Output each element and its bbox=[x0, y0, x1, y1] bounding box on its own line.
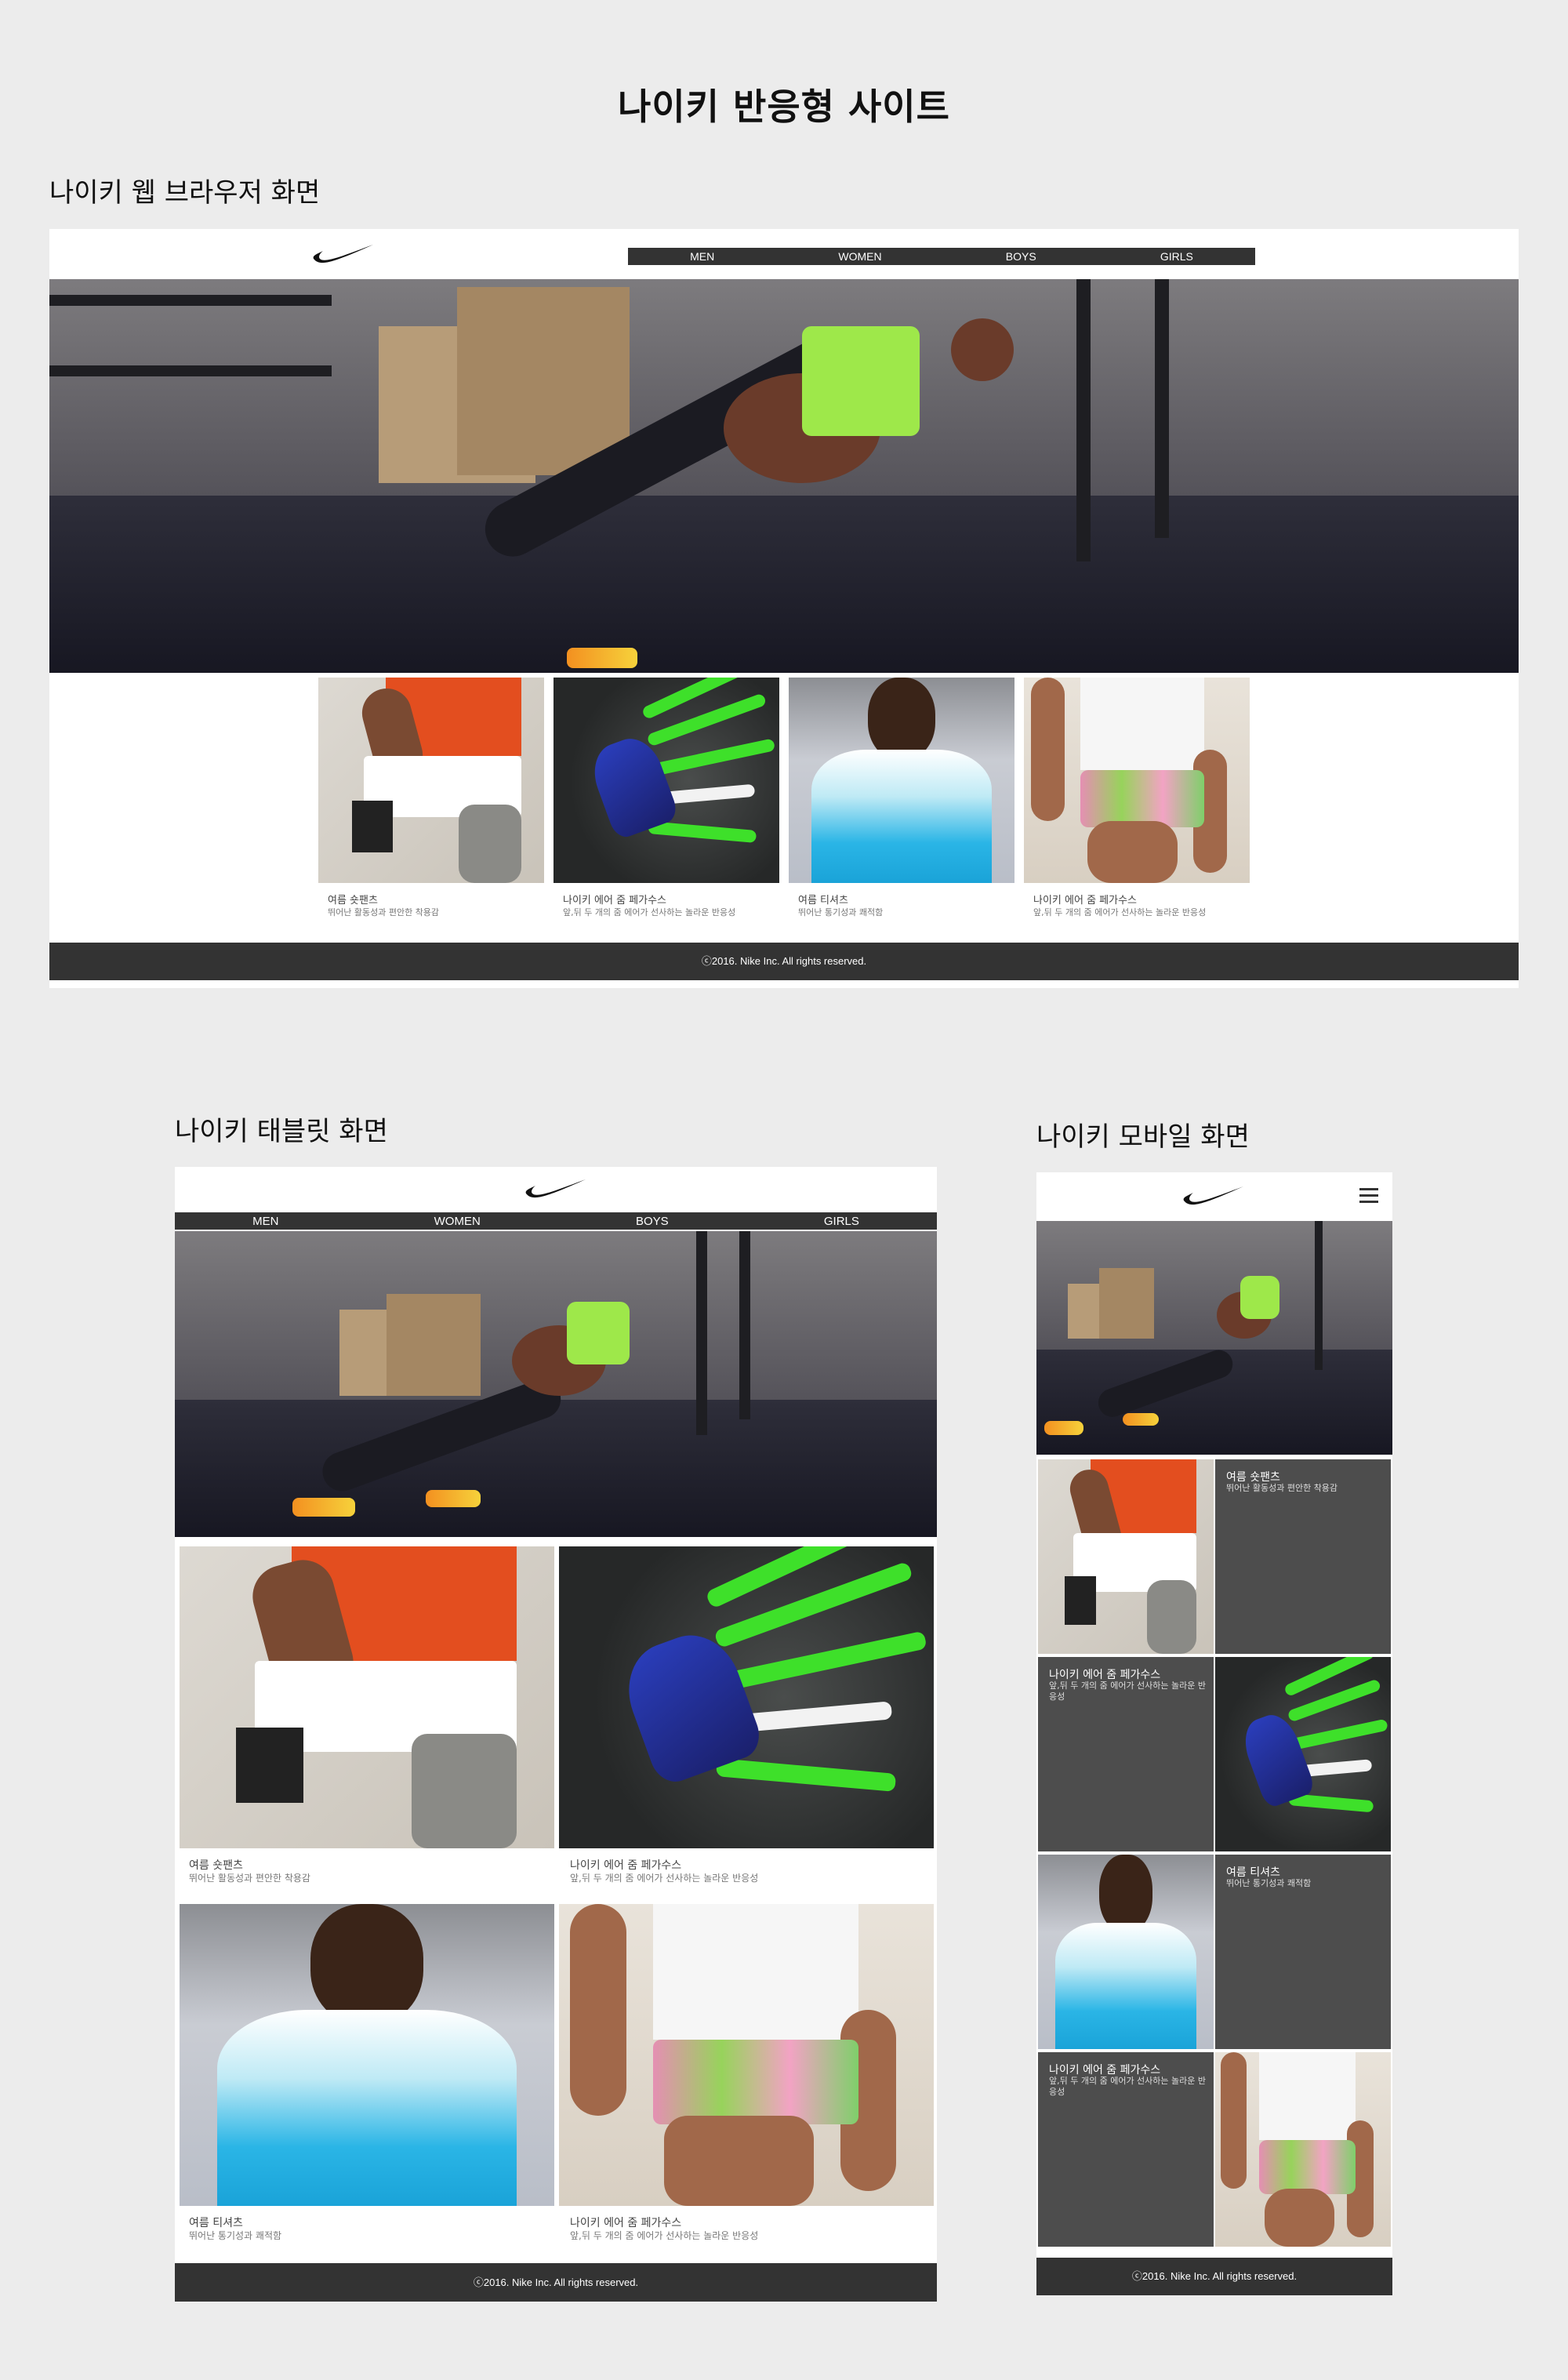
nike-swoosh-icon[interactable] bbox=[312, 240, 375, 265]
desktop-nav: MEN WOMEN BOYS GIRLS bbox=[628, 248, 1255, 265]
product-image-shorts[interactable] bbox=[1038, 1459, 1214, 1654]
mobile-footer: ⓒ2016. Nike Inc. All rights reserved. bbox=[1036, 2258, 1392, 2295]
product-image-shorts[interactable] bbox=[180, 1546, 554, 1848]
product-image-running-shorts[interactable] bbox=[1215, 2052, 1391, 2247]
product-image-running-shorts[interactable] bbox=[559, 1904, 934, 2206]
mobile-mockup: 여름 숏팬츠 뛰어난 활동성과 편안한 착용감 나이키 에어 줌 페가수스 앞,… bbox=[1036, 1172, 1392, 2295]
tablet-footer: ⓒ2016. Nike Inc. All rights reserved. bbox=[175, 2263, 937, 2302]
product-image-tshirt[interactable] bbox=[1038, 1855, 1214, 2049]
tablet-nav: MEN WOMEN BOYS GIRLS bbox=[175, 1212, 937, 1230]
product-desc: 뛰어난 통기성과 쾌적함 bbox=[189, 2230, 282, 2241]
product-image-tshirt[interactable] bbox=[180, 1904, 554, 2206]
product-desc: 앞,뒤 두 개의 줌 에어가 선사하는 놀라운 반응성 bbox=[563, 907, 736, 917]
product-image-pegasus[interactable] bbox=[1215, 1657, 1391, 1851]
product-title: 여름 숏팬츠 bbox=[1226, 1471, 1280, 1484]
product-desc: 뛰어난 통기성과 쾌적함 bbox=[798, 907, 884, 917]
product-panel[interactable]: 여름 숏팬츠 뛰어난 활동성과 편안한 착용감 bbox=[1215, 1459, 1391, 1654]
product-image-pegasus[interactable] bbox=[554, 678, 779, 883]
nav-item-women[interactable]: WOMEN bbox=[434, 1215, 481, 1228]
nav-item-boys[interactable]: BOYS bbox=[636, 1215, 669, 1228]
nav-item-men[interactable]: MEN bbox=[690, 250, 714, 263]
product-desc: 뛰어난 통기성과 쾌적함 bbox=[1226, 1878, 1312, 1888]
product-title[interactable]: 나이키 에어 줌 페가수스 bbox=[570, 2215, 681, 2230]
page-title: 나이키 반응형 사이트 bbox=[618, 85, 950, 128]
hero-image bbox=[175, 1231, 937, 1537]
footer-copyright: ⓒ2016. Nike Inc. All rights reserved. bbox=[473, 2276, 639, 2288]
product-panel[interactable]: 나이키 에어 줌 페가수스 앞,뒤 두 개의 줌 에어가 선사하는 놀라운 반응… bbox=[1038, 1657, 1214, 1851]
product-image-shorts[interactable] bbox=[318, 678, 544, 883]
hero-image bbox=[49, 279, 1519, 673]
nav-item-girls[interactable]: GIRLS bbox=[1160, 250, 1193, 263]
product-panel[interactable]: 나이키 에어 줌 페가수스 앞,뒤 두 개의 줌 에어가 선사하는 놀라운 반응… bbox=[1038, 2052, 1214, 2247]
product-title[interactable]: 여름 티셔츠 bbox=[189, 2215, 243, 2230]
tablet-section-label: 나이키 태블릿 화면 bbox=[175, 1116, 388, 1147]
mobile-section-label: 나이키 모바일 화면 bbox=[1036, 1121, 1250, 1153]
nike-swoosh-icon[interactable] bbox=[1182, 1182, 1245, 1207]
product-title: 나이키 에어 줌 페가수스 bbox=[1049, 1669, 1161, 1681]
product-title[interactable]: 여름 숏팬츠 bbox=[328, 892, 378, 907]
product-desc: 뛰어난 활동성과 편안한 착용감 bbox=[328, 907, 440, 917]
hero-image bbox=[1036, 1221, 1392, 1455]
product-title[interactable]: 여름 티셔츠 bbox=[798, 892, 848, 907]
product-title[interactable]: 여름 숏팬츠 bbox=[189, 1857, 243, 1873]
footer-copyright: ⓒ2016. Nike Inc. All rights reserved. bbox=[1131, 2270, 1298, 2282]
product-title[interactable]: 나이키 에어 줌 페가수스 bbox=[1033, 892, 1137, 907]
tablet-mockup: MEN WOMEN BOYS GIRLS 여름 숏팬츠 뛰어난 활동성과 편안한… bbox=[175, 1167, 937, 2302]
product-desc: 앞,뒤 두 개의 줌 에어가 선사하는 놀라운 반응성 bbox=[1049, 1681, 1207, 1702]
product-panel[interactable]: 여름 티셔츠 뛰어난 통기성과 쾌적함 bbox=[1215, 1855, 1391, 2049]
nav-item-girls[interactable]: GIRLS bbox=[824, 1215, 859, 1228]
footer-copyright: ⓒ2016. Nike Inc. All rights reserved. bbox=[701, 955, 867, 967]
product-title[interactable]: 나이키 에어 줌 페가수스 bbox=[570, 1857, 681, 1873]
product-desc: 앞,뒤 두 개의 줌 에어가 선사하는 놀라운 반응성 bbox=[570, 1873, 759, 1884]
nike-swoosh-icon[interactable] bbox=[524, 1175, 587, 1200]
nav-item-boys[interactable]: BOYS bbox=[1006, 250, 1036, 263]
product-image-running-shorts[interactable] bbox=[1024, 678, 1250, 883]
product-desc: 앞,뒤 두 개의 줌 에어가 선사하는 놀라운 반응성 bbox=[1033, 907, 1207, 917]
product-desc: 앞,뒤 두 개의 줌 에어가 선사하는 놀라운 반응성 bbox=[570, 2230, 759, 2241]
product-desc: 뛰어난 활동성과 편안한 착용감 bbox=[189, 1873, 310, 1884]
product-desc: 앞,뒤 두 개의 줌 에어가 선사하는 놀라운 반응성 bbox=[1049, 2076, 1207, 2097]
product-desc: 뛰어난 활동성과 편안한 착용감 bbox=[1226, 1483, 1338, 1493]
product-title[interactable]: 나이키 에어 줌 페가수스 bbox=[563, 892, 666, 907]
desktop-footer: ⓒ2016. Nike Inc. All rights reserved. bbox=[49, 943, 1519, 980]
product-title: 나이키 에어 줌 페가수스 bbox=[1049, 2064, 1161, 2077]
hamburger-menu-icon[interactable] bbox=[1359, 1188, 1378, 1205]
nav-item-women[interactable]: WOMEN bbox=[838, 250, 881, 263]
product-title: 여름 티셔츠 bbox=[1226, 1866, 1280, 1879]
nav-item-men[interactable]: MEN bbox=[252, 1215, 278, 1228]
product-image-pegasus[interactable] bbox=[559, 1546, 934, 1848]
desktop-mockup: MEN WOMEN BOYS GIRLS 여름 숏팬츠 뛰어난 활동성과 편안한… bbox=[49, 229, 1519, 988]
desktop-section-label: 나이키 웹 브라우저 화면 bbox=[49, 177, 321, 209]
product-image-tshirt[interactable] bbox=[789, 678, 1014, 883]
